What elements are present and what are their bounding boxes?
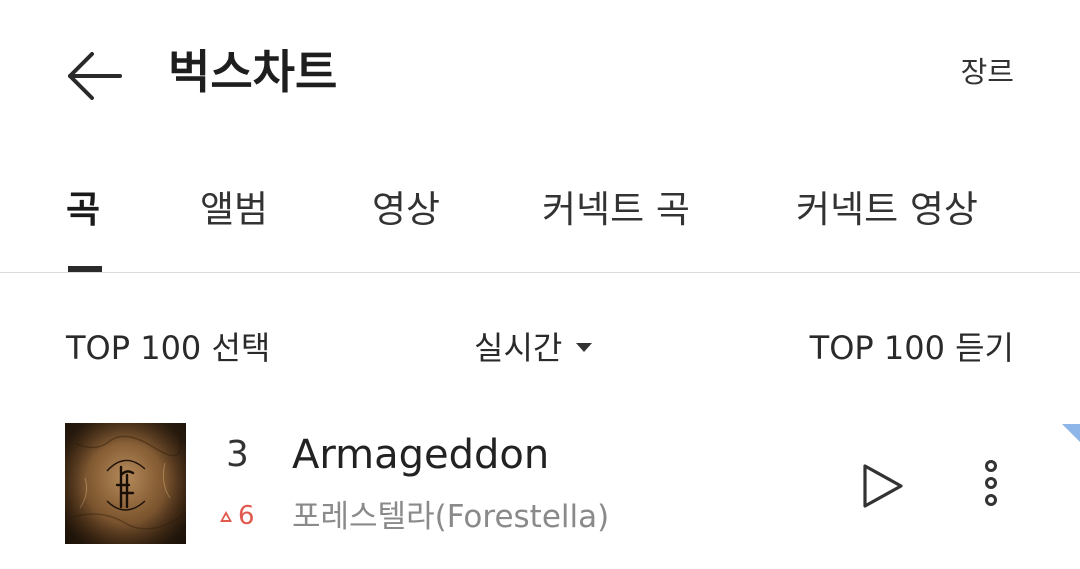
more-options-icon[interactable] (970, 458, 1012, 508)
tab-songs[interactable]: 곡 (66, 184, 100, 236)
rank-change-value: 6 (238, 501, 255, 531)
top100-listen-button[interactable]: TOP 100 듣기 (810, 326, 1014, 370)
chart-toolbar: TOP 100 선택 실시간 TOP 100 듣기 (0, 320, 1080, 380)
artist-name[interactable]: 포레스텔라(Forestella) (292, 496, 609, 538)
header-bar: 벅스차트 장르 (0, 0, 1080, 150)
song-row[interactable]: 3 6 Armageddon 포레스텔라(Forestella) (0, 410, 1080, 560)
period-dropdown[interactable]: 실시간 (474, 326, 593, 370)
tab-connect-videos[interactable]: 커넥트 영상 (796, 184, 978, 236)
page-title: 벅스차트 (168, 45, 338, 99)
caret-down-icon (576, 342, 593, 352)
tab-connect-songs[interactable]: 커넥트 곡 (542, 184, 690, 236)
rank-number: 3 (226, 434, 249, 475)
tab-albums[interactable]: 앨범 (200, 184, 268, 236)
play-icon[interactable] (855, 460, 907, 512)
rank-change: 6 (220, 498, 255, 534)
period-label: 실시간 (474, 329, 563, 367)
back-arrow-icon[interactable] (62, 48, 126, 104)
tab-videos[interactable]: 영상 (372, 184, 440, 236)
rank-up-icon (220, 511, 232, 522)
top100-select-button[interactable]: TOP 100 선택 (66, 326, 270, 370)
active-tab-indicator (68, 266, 102, 272)
genre-button[interactable]: 장르 (961, 52, 1014, 92)
chart-tabs: 곡 앨범 영상 커넥트 곡 커넥트 영상 (0, 168, 1080, 273)
album-cover[interactable] (65, 423, 186, 544)
song-title[interactable]: Armageddon (292, 428, 549, 482)
